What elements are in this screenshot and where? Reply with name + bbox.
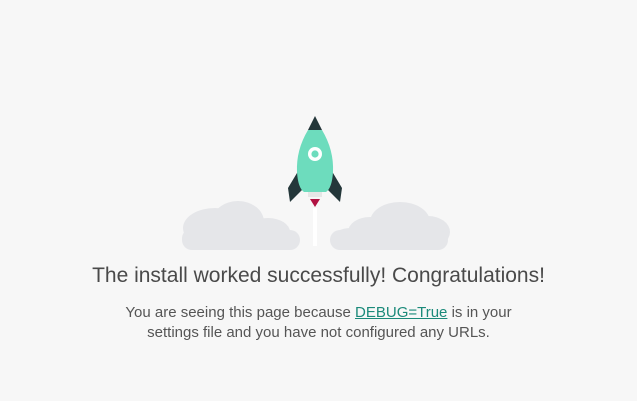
- message-text-after-link: is in your: [447, 304, 512, 321]
- rocket-icon: [288, 116, 342, 207]
- message-text-before-link: You are seeing this page because: [125, 304, 356, 321]
- exhaust-trail: [313, 208, 317, 246]
- page-headline: The install worked successfully! Congrat…: [92, 264, 545, 287]
- rocket-illustration: [170, 110, 460, 255]
- info-message: You are seeing this page because DEBUG=T…: [0, 303, 637, 343]
- rocket-launch-svg: [182, 116, 450, 250]
- message-text-line2: settings file and you have not configure…: [147, 324, 490, 341]
- flame-icon: [310, 199, 320, 207]
- page: The install worked successfully! Congrat…: [0, 0, 637, 401]
- debug-docs-link[interactable]: DEBUG=True: [355, 304, 447, 321]
